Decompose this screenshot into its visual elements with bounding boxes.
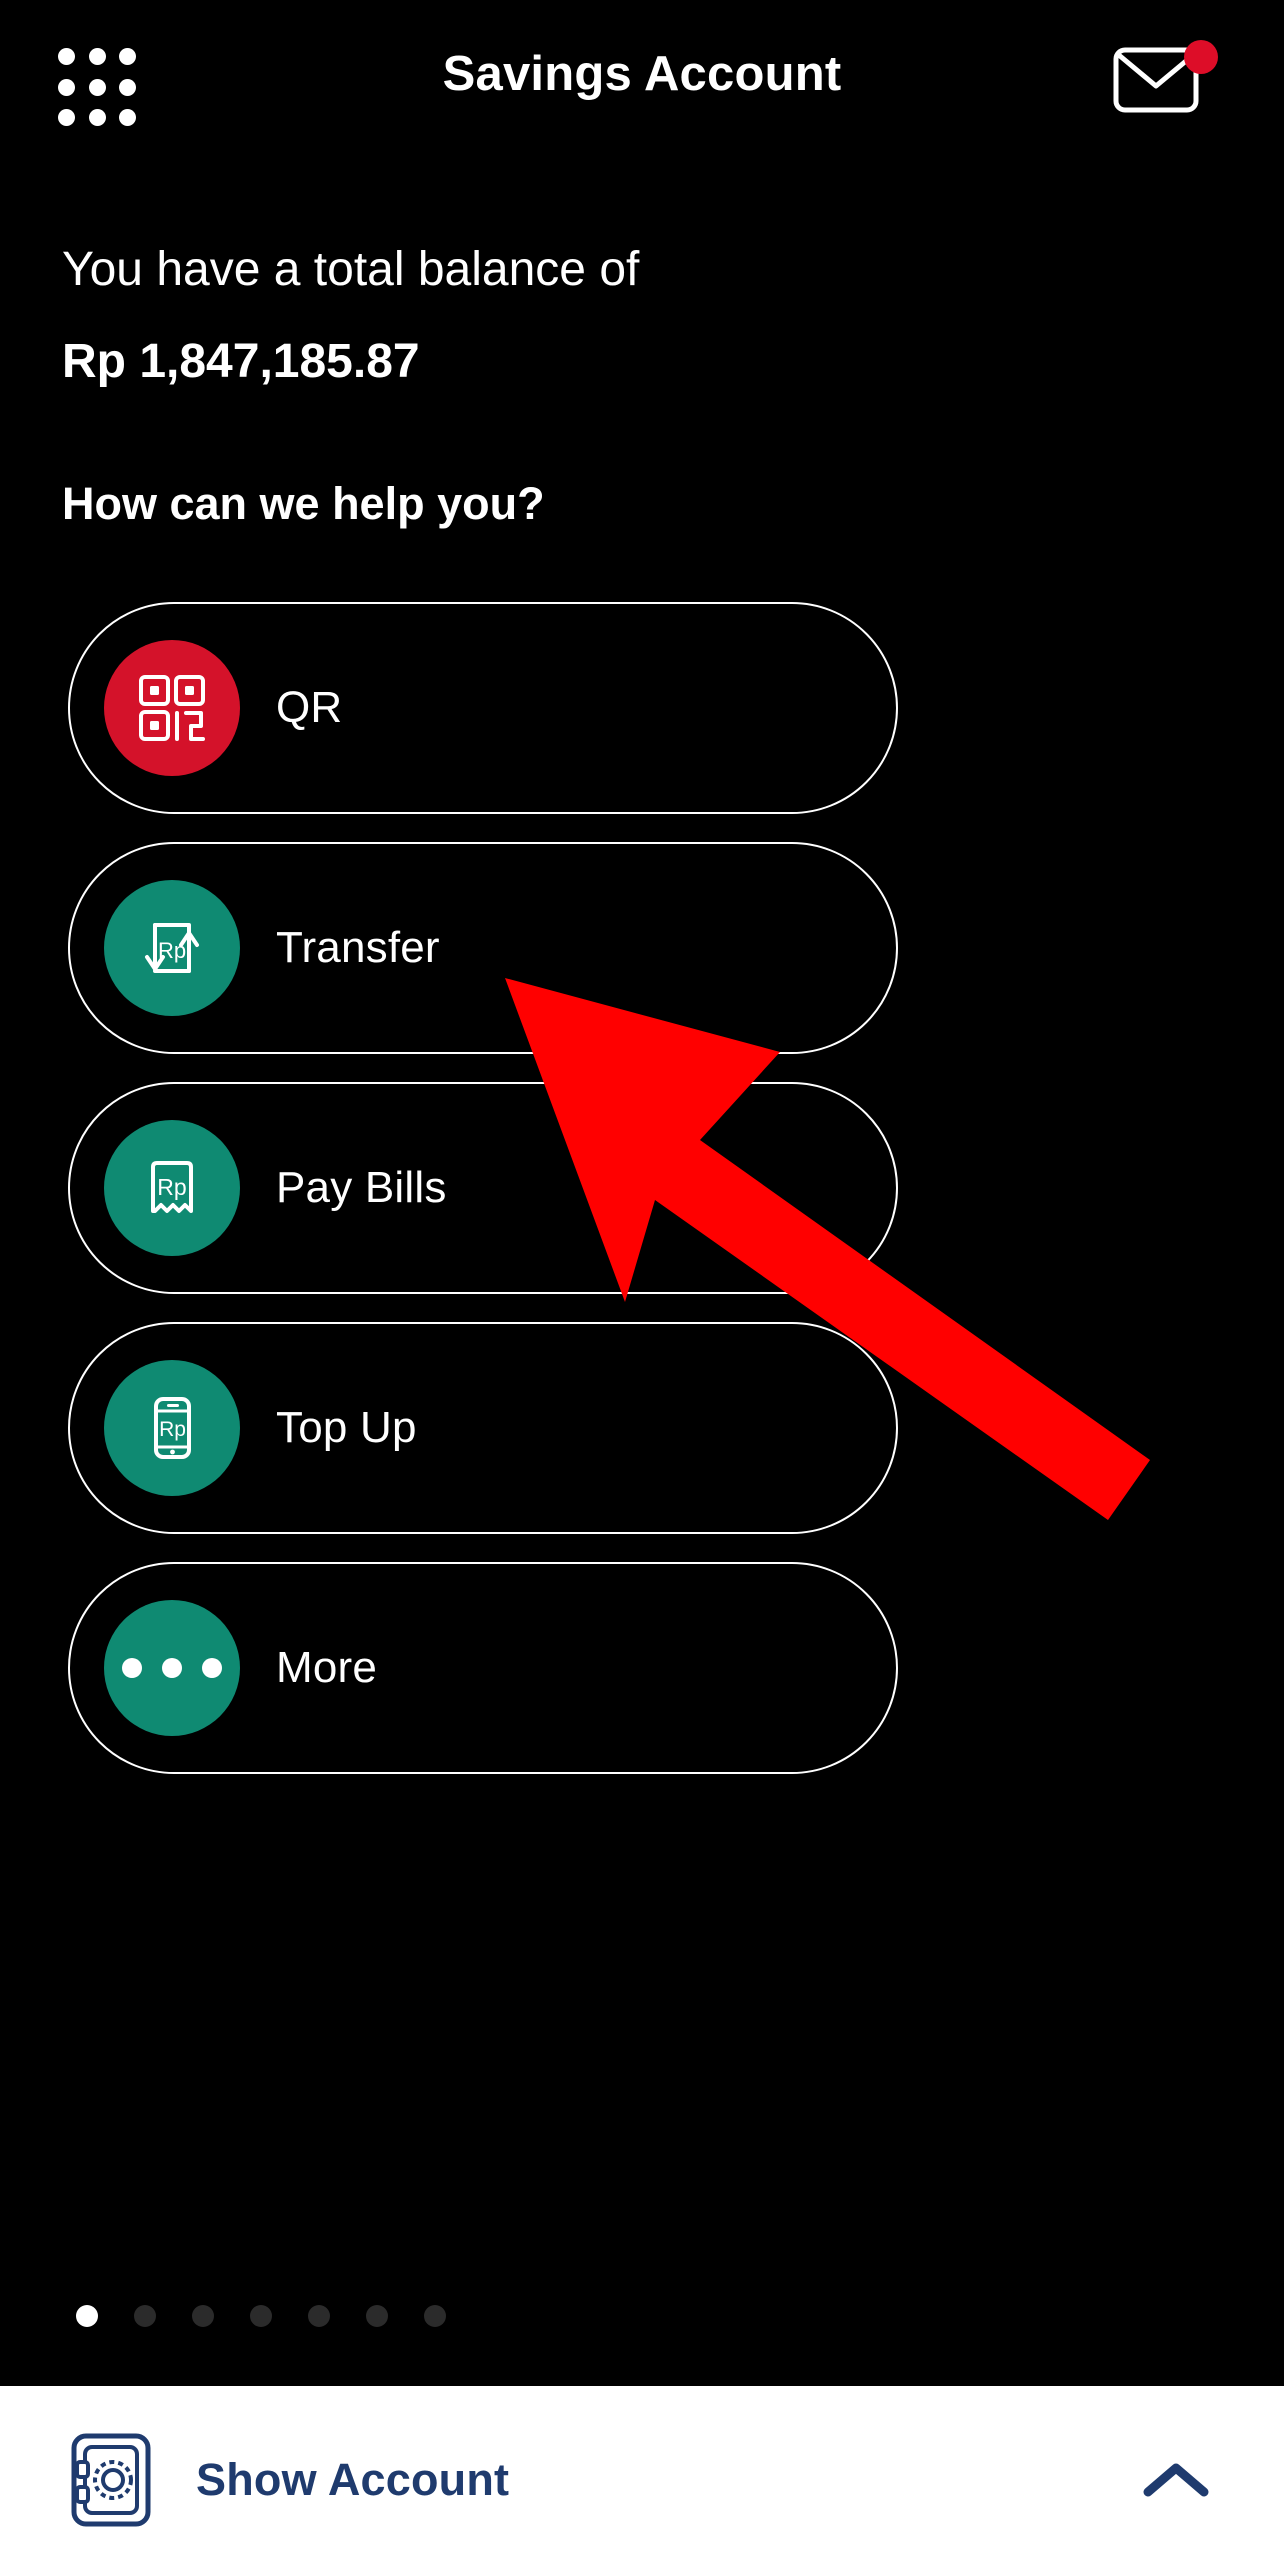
ellipsis-icon (104, 1600, 240, 1736)
grid-dot (58, 109, 75, 127)
svg-text:Rp: Rp (158, 938, 186, 963)
app-header: Savings Account (0, 0, 1284, 160)
show-account-bar[interactable]: Show Account (0, 2386, 1284, 2574)
transfer-rp-icon: Rp (104, 880, 240, 1016)
grid-dot (88, 109, 106, 127)
balance-label: You have a total balance of (62, 243, 640, 296)
action-label: Pay Bills (276, 1163, 447, 1212)
safe-vault-icon (68, 2430, 154, 2530)
page-dot-4[interactable] (250, 2305, 272, 2327)
quick-actions-list: QR Rp Transfer Rp Pay Bills Rp Top Up Mo… (68, 602, 898, 1802)
svg-text:Rp: Rp (157, 1174, 186, 1200)
ellipsis-dot (202, 1658, 222, 1678)
page-dot-7[interactable] (424, 2305, 446, 2327)
mobile-banking-screen: Savings Account You have a total balance… (0, 0, 1284, 2574)
page-indicator[interactable] (76, 2305, 446, 2327)
action-qr[interactable]: QR (68, 602, 898, 814)
action-more[interactable]: More (68, 1562, 898, 1774)
ellipsis-dot (162, 1658, 182, 1678)
show-account-label: Show Account (196, 2454, 510, 2505)
envelope-icon[interactable] (1112, 40, 1222, 128)
action-pay-bills[interactable]: Rp Pay Bills (68, 1082, 898, 1294)
chevron-up-icon[interactable] (1140, 2456, 1212, 2504)
notification-badge (1184, 40, 1218, 74)
page-dot-3[interactable] (192, 2305, 214, 2327)
qr-code-icon (104, 640, 240, 776)
help-heading: How can we help you? (62, 478, 545, 529)
action-label: More (276, 1643, 378, 1692)
page-title: Savings Account (442, 47, 842, 101)
action-label: QR (276, 683, 343, 732)
balance-amount: Rp 1,847,185.87 (62, 335, 420, 388)
ellipsis-dot (122, 1658, 142, 1678)
action-transfer[interactable]: Rp Transfer (68, 842, 898, 1054)
page-dot-5[interactable] (308, 2305, 330, 2327)
action-label: Transfer (276, 923, 440, 972)
balance-section: You have a total balance of Rp 1,847,185… (62, 240, 1062, 392)
page-dot-2[interactable] (134, 2305, 156, 2327)
action-top-up[interactable]: Rp Top Up (68, 1322, 898, 1534)
receipt-rp-icon: Rp (104, 1120, 240, 1256)
phone-rp-icon: Rp (104, 1360, 240, 1496)
grid-dot (119, 109, 137, 127)
action-label: Top Up (276, 1403, 417, 1452)
page-dot-6[interactable] (366, 2305, 388, 2327)
svg-text:Rp: Rp (159, 1418, 186, 1441)
page-dot-1[interactable] (76, 2305, 98, 2327)
